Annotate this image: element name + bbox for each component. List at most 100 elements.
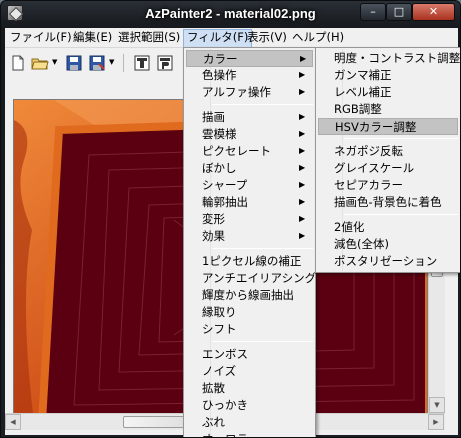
open-folder-icon[interactable] [31,54,49,72]
filter-menu-item-label: 雲模様 [202,127,237,141]
color-submenu-item[interactable]: レベル補正 [318,84,458,101]
menu-separator [344,214,458,215]
filter-menu-item[interactable]: オーロラ... [186,431,313,437]
color-submenu-item-label: ポスタリゼーション [334,254,438,268]
color-submenu-item[interactable]: ネガポジ反転 [318,143,458,160]
color-submenu-item-label: RGB調整 [334,102,382,116]
new-file-icon[interactable] [9,54,27,72]
filter-menu-item[interactable]: 輝度から線画抽出 [186,287,313,304]
save-icon[interactable] [65,54,83,72]
color-submenu-item-label: セピアカラー [334,178,403,192]
filter-menu-item-label: アルファ操作 [202,85,271,99]
filter-menu-item-label: ピクセレート [202,144,271,158]
color-submenu-item-label: 減色(全体) [334,237,389,251]
filter-menu-item-label: エンボス [202,347,248,361]
toolbar-separator [123,54,124,72]
menu-bar: ファイル(F) 編集(E) 選択範囲(S) フィルタ(F) 表示(V) ヘルプ(… [5,28,458,47]
submenu-arrow-icon: ▶ [299,180,306,189]
filter-menu-item[interactable]: 拡散 [186,380,313,397]
menu-selection[interactable]: 選択範囲(S) [115,30,183,46]
filter-menu-item-label: ぶれ [202,415,225,429]
save-as-icon[interactable] [88,54,106,72]
submenu-arrow-icon: ▶ [299,214,306,223]
menu-view[interactable]: 表示(V) [244,30,290,46]
filter-menu-item[interactable]: カラー ▶ [186,50,313,67]
color-submenu-item-label: 2値化 [334,220,365,234]
filter-menu-item[interactable]: シフト [186,321,313,338]
color-submenu-item[interactable]: グレイスケール [318,160,458,177]
filter-menu-item-label: オーロラ... [202,431,259,437]
scroll-right-button[interactable]: ▶ [428,414,444,430]
open-dropdown-icon[interactable]: ▼ [52,59,59,66]
filter-menu-item[interactable]: ひっかき [186,397,313,414]
scroll-corner [445,413,458,430]
app-window: AzPainter2 - material02.png – □ ✕ ファイル(F… [0,0,461,438]
color-submenu-item-label: 明度・コントラスト調整 [334,51,461,65]
filter-menu-item[interactable]: 効果 ▶ [186,228,313,245]
menu-separator [212,104,313,105]
menu-file[interactable]: ファイル(F) [7,30,75,46]
menu-separator [212,248,313,249]
menu-separator [212,341,313,342]
color-submenu-item[interactable]: RGB調整 [318,101,458,118]
frame-icon[interactable] [133,54,151,72]
filter-menu-item[interactable]: ぼかし ▶ [186,160,313,177]
filter-menu-item[interactable]: エンボス [186,346,313,363]
submenu-arrow-icon: ▶ [299,87,306,96]
maximize-button[interactable]: □ [386,3,412,21]
filter-menu-item-label: シャープ [202,178,248,192]
filter-menu-item[interactable]: 色操作 ▶ [186,67,313,84]
frame-p-icon[interactable] [156,54,174,72]
filter-menu-item-label: 縁取り [202,305,237,319]
filter-menu-item[interactable]: シャープ ▶ [186,177,313,194]
filter-menu-item[interactable]: ぶれ [186,414,313,431]
submenu-arrow-icon: ▶ [299,129,306,138]
filter-menu-item[interactable]: アルファ操作 ▶ [186,84,313,101]
color-submenu-item[interactable]: 描画色-背景色に着色 [318,194,458,211]
color-submenu-item-label: レベル補正 [334,85,392,99]
filter-menu-item[interactable]: 雲模様 ▶ [186,126,313,143]
color-submenu-item[interactable]: ポスタリゼーション [318,253,458,270]
color-submenu-item[interactable]: HSVカラー調整 [318,118,458,135]
minimize-button[interactable]: – [360,3,386,21]
color-submenu-item[interactable]: ガンマ補正 [318,67,458,84]
close-button[interactable]: ✕ [412,3,455,21]
color-submenu-item[interactable]: セピアカラー [318,177,458,194]
filter-menu-item-label: 色操作 [202,68,237,82]
filter-menu-item[interactable]: 縁取り [186,304,313,321]
filter-menu-item-label: ぼかし [202,161,237,175]
menu-filter[interactable]: フィルタ(F) [183,29,253,47]
filter-menu-item-label: アンチエイリアシング [202,271,317,285]
scroll-left-button[interactable]: ◀ [5,414,21,430]
filter-menu-item-label: 輪郭抽出 [202,195,248,209]
color-submenu-item[interactable]: 減色(全体) [318,236,458,253]
save-dropdown-icon[interactable]: ▼ [109,59,116,66]
menu-edit[interactable]: 編集(E) [70,30,115,46]
filter-menu-item[interactable]: 1ピクセル線の補正 [186,253,313,270]
filter-menu-item-label: シフト [202,322,237,336]
scroll-down-button[interactable]: ▼ [429,397,445,413]
filter-menu-item[interactable]: 輪郭抽出 ▶ [186,194,313,211]
filter-menu-item-label: 拡散 [202,381,225,395]
filter-menu: カラー ▶ 色操作 ▶ アルファ操作 ▶ 描画 ▶ 雲模様 ▶ ピクセレート ▶ ぼかし ▶ シャープ ▶ 輪郭… [183,47,317,437]
filter-menu-item-label: ノイズ [202,364,237,378]
filter-menu-item[interactable]: アンチエイリアシング [186,270,317,287]
filter-menu-item[interactable]: 変形 ▶ [186,211,313,228]
color-submenu-item-label: 描画色-背景色に着色 [334,195,442,209]
color-submenu-item-label: ネガポジ反転 [334,144,403,158]
color-submenu-item-label: ガンマ補正 [334,68,392,82]
filter-menu-item-label: 1ピクセル線の補正 [202,254,302,268]
menu-separator [344,138,458,139]
menu-help[interactable]: ヘルプ(H) [289,30,347,46]
submenu-arrow-icon: ▶ [299,231,306,240]
filter-menu-item-label: 効果 [202,229,225,243]
submenu-arrow-icon: ▶ [300,54,307,63]
title-bar[interactable]: AzPainter2 - material02.png – □ ✕ [1,1,460,27]
color-submenu-item[interactable]: 明度・コントラスト調整 [318,50,461,67]
filter-menu-item[interactable]: ピクセレート ▶ [186,143,313,160]
submenu-arrow-icon: ▶ [299,197,306,206]
color-submenu-item[interactable]: 2値化 [318,219,458,236]
filter-menu-item[interactable]: 描画 ▶ [186,109,313,126]
color-submenu-item-label: HSVカラー調整 [335,120,417,134]
filter-menu-item[interactable]: ノイズ [186,363,313,380]
